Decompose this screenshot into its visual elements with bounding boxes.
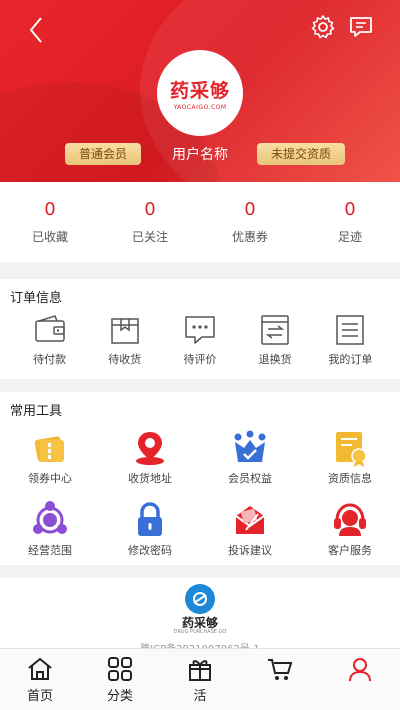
stat-label: 足迹	[337, 230, 362, 244]
tool-shipping-address[interactable]: 收货地址	[100, 428, 200, 486]
footer-brand: 药采够 DRUG PURCHASE GO 豫ICP备2021007062号-1	[0, 578, 400, 655]
message-icon[interactable]	[348, 14, 374, 40]
footer-logo-icon	[185, 584, 215, 614]
member-level-badge[interactable]: 普通会员	[65, 143, 142, 165]
stat-favorites[interactable]: 0 已收藏	[0, 182, 100, 262]
bottom-tab-bar: 首页 分类 活	[0, 648, 400, 710]
exchange-icon	[261, 315, 289, 345]
tab-label: 分类	[106, 689, 133, 704]
tool-coupon-center[interactable]: 领券中心	[0, 428, 100, 486]
crown-icon	[234, 430, 266, 462]
tool-label: 领券中心	[28, 472, 72, 485]
tab-cart[interactable]	[240, 649, 320, 710]
order-returns[interactable]: 退换货	[240, 313, 310, 367]
stat-value: 0	[244, 199, 256, 220]
stats-bar: 0 已收藏 0 已关注 0 优惠券 0 足迹	[0, 182, 400, 262]
stat-value: 0	[44, 199, 56, 220]
order-label: 我的订单	[328, 353, 373, 366]
gift-icon	[189, 660, 211, 681]
stat-label: 已关注	[131, 230, 168, 244]
order-pending-receipt[interactable]: 待收货	[90, 313, 160, 367]
tool-label: 修改密码	[128, 544, 172, 557]
tool-complaints[interactable]: 投诉建议	[200, 500, 300, 558]
logo-text: 药采够	[169, 79, 230, 102]
certification-status-badge[interactable]: 未提交资质	[257, 143, 346, 165]
complaint-icon	[235, 506, 265, 534]
stat-label: 优惠券	[231, 230, 268, 244]
stat-label: 已收藏	[31, 230, 68, 244]
tool-label: 资质信息	[328, 472, 372, 485]
tool-change-password[interactable]: 修改密码	[100, 500, 200, 558]
coupon-icon	[34, 436, 64, 462]
tab-category[interactable]: 分类	[80, 649, 160, 710]
order-all[interactable]: 我的订单	[315, 313, 385, 367]
tab-mine[interactable]	[320, 649, 400, 710]
tool-label: 经营范围	[28, 544, 72, 557]
cart-icon	[268, 659, 293, 680]
tool-label: 投诉建议	[228, 544, 272, 557]
profile-header: 药采够 YAOCAIGO.COM 普通会员 用户名称 未提交资质	[0, 0, 400, 182]
gear-icon[interactable]	[310, 14, 336, 40]
brand-logo: 药采够 YAOCAIGO.COM	[157, 50, 243, 136]
comment-icon	[185, 316, 215, 344]
grid-icon	[108, 657, 132, 681]
stat-following[interactable]: 0 已关注	[100, 182, 200, 262]
logo-subtext: YAOCAIGO.COM	[173, 103, 227, 111]
tab-label: 首页	[26, 689, 53, 704]
footer-brand-sub: DRUG PURCHASE GO	[173, 629, 227, 635]
order-label: 退换货	[258, 353, 292, 366]
back-icon[interactable]	[24, 14, 50, 46]
lock-icon	[138, 502, 162, 536]
home-icon	[28, 657, 52, 680]
tools-grid: 领券中心 收货地址 会员权益 资质信息 经营范围 修改密码 投诉建议 客户服务	[0, 428, 400, 558]
order-label: 待评价	[183, 353, 217, 366]
tool-label: 会员权益	[228, 472, 272, 485]
tab-home[interactable]: 首页	[0, 649, 80, 710]
tools-section: 常用工具 领券中心 收货地址 会员权益 资质信息 经营范围 修改密码 投诉建议 …	[0, 392, 400, 565]
tool-qualification-info[interactable]: 资质信息	[300, 428, 400, 486]
user-icon	[349, 658, 371, 682]
section-title: 常用工具	[10, 404, 63, 419]
tab-label: 活	[193, 689, 207, 704]
order-info-section: 订单信息 待付款 待收货 待评价 退换货 我的订单	[0, 279, 400, 379]
tool-label: 收货地址	[128, 472, 172, 485]
username: 用户名称	[172, 147, 228, 163]
order-pending-review[interactable]: 待评价	[165, 313, 235, 367]
certificate-icon	[336, 432, 367, 467]
stat-value: 0	[144, 199, 156, 220]
tool-member-benefits[interactable]: 会员权益	[200, 428, 300, 486]
network-icon	[33, 501, 67, 534]
section-title: 订单信息	[10, 291, 63, 306]
tool-business-scope[interactable]: 经营范围	[0, 500, 100, 558]
order-label: 待付款	[33, 353, 67, 366]
order-list-icon	[336, 315, 365, 345]
headset-icon	[334, 503, 366, 536]
wallet-icon	[34, 315, 65, 342]
tab-activity[interactable]: 活	[160, 649, 240, 710]
box-icon	[111, 318, 139, 344]
order-pending-payment[interactable]: 待付款	[15, 313, 85, 367]
tool-label: 客户服务	[328, 544, 372, 557]
location-icon	[136, 432, 164, 465]
stat-value: 0	[344, 199, 356, 220]
stat-history[interactable]: 0 足迹	[300, 182, 400, 262]
order-shortcuts: 待付款 待收货 待评价 退换货 我的订单	[0, 313, 400, 367]
order-label: 待收货	[108, 353, 142, 366]
tool-customer-service[interactable]: 客户服务	[300, 500, 400, 558]
stat-coupons[interactable]: 0 优惠券	[200, 182, 300, 262]
